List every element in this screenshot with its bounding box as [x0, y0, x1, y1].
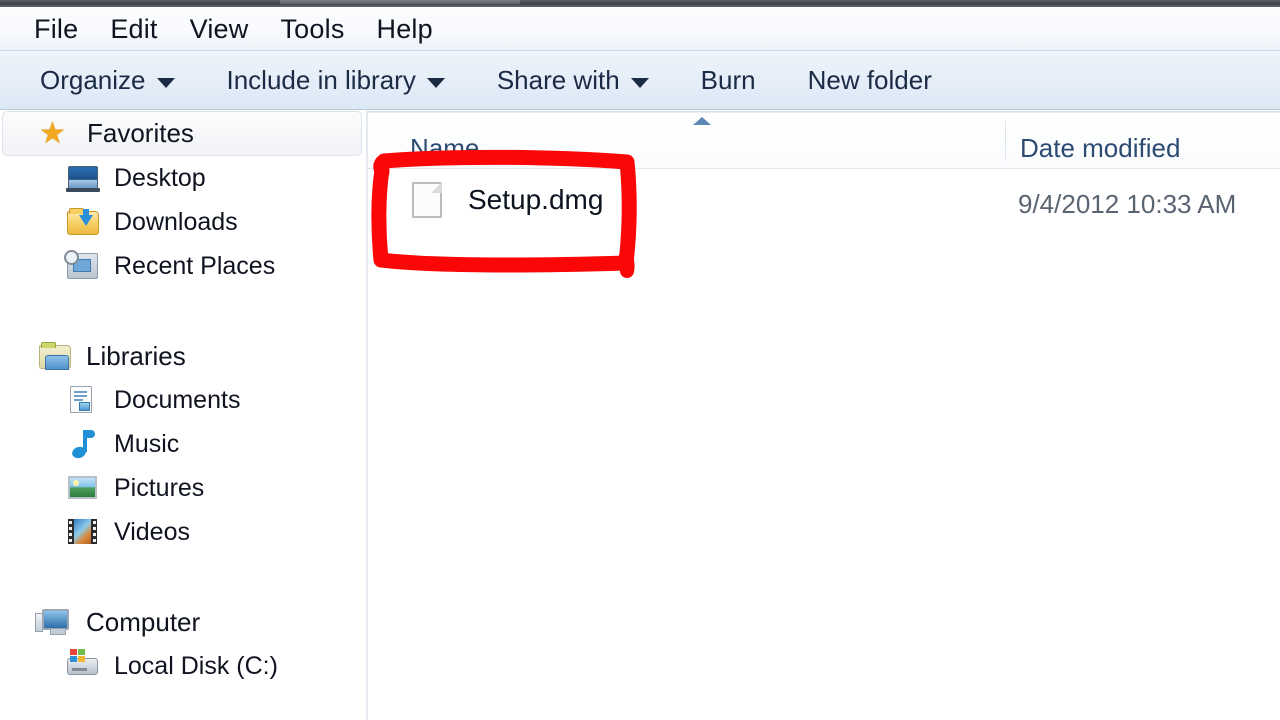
sidebar-item-desktop[interactable]: Desktop: [0, 156, 366, 200]
chevron-down-icon: [630, 77, 649, 88]
sidebar-item-documents[interactable]: Documents: [0, 378, 366, 422]
window-title-bar: [0, 0, 1280, 7]
star-icon: ★: [39, 116, 66, 150]
new-folder-button[interactable]: New folder: [794, 61, 946, 100]
sidebar-label-music: Music: [114, 429, 180, 458]
menu-help[interactable]: Help: [361, 12, 449, 46]
sidebar-item-local-disk-c[interactable]: Local Disk (C:): [0, 644, 366, 688]
organize-button[interactable]: Organize: [26, 61, 189, 100]
explorer-window: File Edit View Tools Help Organize Inclu…: [0, 0, 1280, 720]
column-header-date-modified[interactable]: Date modified: [1020, 133, 1180, 164]
sidebar-label-downloads: Downloads: [114, 207, 238, 236]
recent-places-icon: [64, 250, 100, 281]
include-in-library-button[interactable]: Include in library: [213, 61, 459, 100]
videos-filmstrip-icon: [66, 517, 100, 547]
computer-icon: [35, 607, 72, 637]
sidebar-label-pictures: Pictures: [114, 473, 205, 502]
column-separator[interactable]: [1005, 121, 1006, 161]
sort-ascending-icon: [693, 117, 711, 125]
hard-disk-icon: [66, 649, 100, 681]
sidebar-label-recent-places: Recent Places: [114, 251, 276, 280]
sidebar-group-libraries[interactable]: Libraries: [0, 334, 366, 378]
sidebar-group-gap-2: [0, 554, 366, 600]
chevron-down-icon: [426, 77, 445, 88]
share-with-button[interactable]: Share with: [483, 61, 663, 100]
sidebar-group-computer[interactable]: Computer: [0, 600, 366, 644]
title-bar-gloss: [280, 0, 520, 4]
sidebar-item-downloads[interactable]: Downloads: [0, 200, 366, 244]
menu-tools[interactable]: Tools: [264, 12, 360, 46]
music-note-icon: [66, 429, 100, 460]
sidebar-item-pictures[interactable]: Pictures: [0, 466, 366, 510]
menu-view[interactable]: View: [174, 12, 265, 46]
documents-icon: [66, 385, 100, 415]
generic-file-icon: [412, 182, 442, 218]
pictures-icon: [66, 473, 100, 503]
menu-edit[interactable]: Edit: [94, 12, 173, 46]
sidebar-group-favorites[interactable]: ★ Favorites: [2, 111, 362, 156]
sidebar-label-documents: Documents: [114, 385, 241, 414]
include-in-library-label: Include in library: [226, 64, 416, 95]
sidebar-item-videos[interactable]: Videos: [0, 510, 366, 554]
libraries-icon: [38, 341, 72, 371]
column-header-row: Name Date modified: [368, 111, 1280, 169]
table-row[interactable]: Setup.dmg 9/4/2012 10:33 AM: [368, 169, 1280, 231]
downloads-folder-icon: [66, 207, 100, 237]
navigation-pane[interactable]: ★ Favorites Desktop Downloads Recent Pla…: [0, 111, 366, 720]
file-date-modified-cell: 9/4/2012 10:33 AM: [1018, 189, 1237, 219]
sidebar-label-favorites: Favorites: [87, 118, 194, 148]
column-header-name[interactable]: Name: [410, 133, 479, 164]
burn-button[interactable]: Burn: [687, 61, 770, 100]
sidebar-label-desktop: Desktop: [114, 163, 206, 192]
sidebar-label-libraries: Libraries: [86, 340, 186, 371]
burn-label: Burn: [700, 64, 756, 95]
desktop-icon: [66, 163, 100, 193]
file-list-pane: Name Date modified Setup.dmg 9/4/2012 10…: [368, 111, 1280, 720]
chevron-down-icon: [156, 77, 175, 88]
sidebar-label-videos: Videos: [114, 517, 190, 546]
menu-bar: File Edit View Tools Help: [0, 7, 1280, 50]
share-with-label: Share with: [496, 64, 620, 95]
sidebar-label-computer: Computer: [86, 606, 201, 637]
menu-file[interactable]: File: [18, 12, 94, 46]
command-toolbar: Organize Include in library Share with B…: [0, 50, 1280, 110]
new-folder-label: New folder: [807, 64, 932, 95]
sidebar-label-local-disk-c: Local Disk (C:): [114, 651, 278, 680]
sidebar-item-recent-places[interactable]: Recent Places: [0, 244, 366, 288]
organize-label: Organize: [40, 64, 146, 95]
file-name-cell[interactable]: Setup.dmg: [468, 184, 603, 216]
sidebar-item-music[interactable]: Music: [0, 422, 366, 466]
